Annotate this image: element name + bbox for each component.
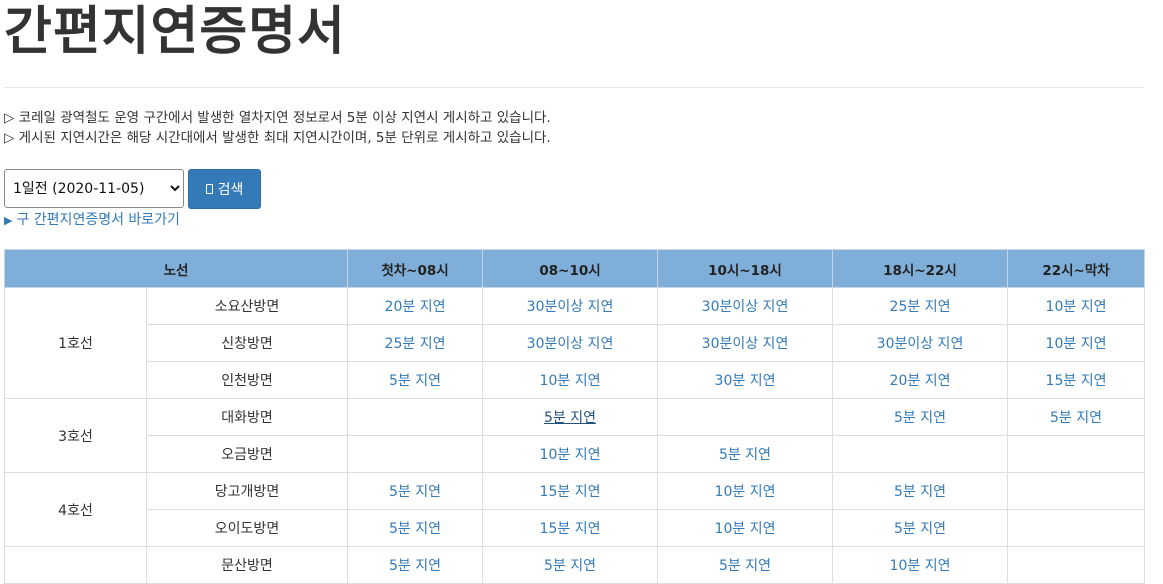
delay-cell[interactable]: 30분이상 지연: [482, 324, 658, 362]
notice-text: ▷ 코레일 광역철도 운영 구간에서 발생한 열차지연 정보로서 5분 이상 지…: [4, 108, 551, 148]
table-header-row: 노선 첫차~08시 08~10시 10시~18시 18시~22시 22시~막차: [4, 249, 1145, 288]
delay-cell[interactable]: 10분 지연: [482, 361, 658, 399]
delay-cell[interactable]: 25분 지연: [832, 287, 1008, 325]
title-divider: [4, 87, 1144, 88]
delay-cell: [347, 398, 483, 436]
line-name: [4, 546, 147, 584]
table-row: 1호선 소요산방면 20분 지연 30분이상 지연 30분이상 지연 25분 지…: [4, 287, 1145, 399]
delay-cell[interactable]: 5분 지연: [347, 546, 483, 584]
header-18-to-22: 18시~22시: [832, 249, 1008, 288]
delay-cell[interactable]: 30분이상 지연: [482, 287, 658, 325]
delay-cell[interactable]: 5분 지연: [1007, 398, 1145, 436]
header-22-to-last: 22시~막차: [1007, 249, 1145, 288]
table-row: 3호선 대화방면 5분 지연 5분 지연 5분 지연: [4, 398, 1145, 473]
page-title: 간편지연증명서: [4, 2, 346, 62]
delay-cell: [1007, 435, 1145, 473]
header-first-to-08: 첫차~08시: [347, 249, 483, 288]
delay-cell: [832, 435, 1008, 473]
delay-cell[interactable]: 5분 지연: [832, 509, 1008, 547]
direction-name: 문산방면: [146, 546, 348, 584]
delay-cell[interactable]: 10분 지연: [1007, 324, 1145, 362]
delay-cell[interactable]: 5분 지연: [347, 472, 483, 510]
delay-cell[interactable]: 30분이상 지연: [657, 324, 833, 362]
direction-name: 오금방면: [146, 435, 348, 473]
delay-cell[interactable]: 10분 지연: [1007, 287, 1145, 325]
delay-cell[interactable]: 10분 지연: [482, 435, 658, 473]
notice-line-2: ▷ 게시된 지연시간은 해당 시간대에서 발생한 최대 지연시간이며, 5분 단…: [4, 130, 551, 146]
delay-cell[interactable]: 30분 지연: [657, 361, 833, 399]
delay-cell: [1007, 509, 1145, 547]
delay-cell[interactable]: 5분 지연: [657, 435, 833, 473]
old-certificate-link-label: 구 간편지연증명서 바로가기: [16, 212, 180, 228]
delay-cell[interactable]: 5분 지연: [657, 546, 833, 584]
table-row: 인천방면 5분 지연 10분 지연 30분 지연 20분 지연 15분 지연: [5, 361, 1145, 399]
delay-cell: [1007, 546, 1145, 584]
delay-cell[interactable]: 20분 지연: [832, 361, 1008, 399]
delay-cell[interactable]: 10분 지연: [657, 509, 833, 547]
old-certificate-link[interactable]: ▶ 구 간편지연증명서 바로가기: [4, 209, 180, 229]
date-select[interactable]: 1일전 (2020-11-05): [4, 169, 184, 208]
direction-name: 당고개방면: [146, 472, 348, 510]
triangle-right-icon: ▶: [4, 214, 13, 227]
header-10-to-18: 10시~18시: [657, 249, 833, 288]
delay-cell[interactable]: 30분이상 지연: [657, 287, 833, 325]
delay-cell: [347, 435, 483, 473]
delay-cell[interactable]: 10분 지연: [657, 472, 833, 510]
delay-cell[interactable]: 20분 지연: [347, 287, 483, 325]
delay-cell[interactable]: 10분 지연: [832, 546, 1008, 584]
direction-name: 신창방면: [146, 324, 348, 362]
direction-name: 대화방면: [146, 398, 348, 436]
line-name: 4호선: [4, 472, 147, 547]
delay-cell[interactable]: 5분 지연: [347, 361, 483, 399]
delay-cell[interactable]: 5분 지연: [482, 546, 658, 584]
table-row: 오이도방면 5분 지연 15분 지연 10분 지연 5분 지연: [5, 509, 1145, 547]
delay-cell[interactable]: 15분 지연: [1007, 361, 1145, 399]
delay-cell[interactable]: 15분 지연: [482, 509, 658, 547]
search-icon: [205, 184, 213, 194]
table-row: 신창방면 25분 지연 30분이상 지연 30분이상 지연 30분이상 지연 1…: [5, 324, 1145, 362]
delay-certificate-page: 간편지연증명서 ▷ 코레일 광역철도 운영 구간에서 발생한 열차지연 정보로서…: [0, 0, 1163, 584]
line-name: 3호선: [4, 398, 147, 473]
direction-name: 인천방면: [146, 361, 348, 399]
delay-cell[interactable]: 5분 지연: [482, 398, 658, 436]
delay-cell[interactable]: 15분 지연: [482, 472, 658, 510]
header-08-to-10: 08~10시: [482, 249, 658, 288]
delay-cell[interactable]: 25분 지연: [347, 324, 483, 362]
delay-cell: [1007, 472, 1145, 510]
table-row: 문산방면 5분 지연 5분 지연 5분 지연 10분 지연: [4, 546, 1145, 584]
delay-cell: [657, 398, 833, 436]
search-controls: 1일전 (2020-11-05) 검색: [4, 169, 261, 209]
delay-cell[interactable]: 5분 지연: [347, 509, 483, 547]
line-name: 1호선: [4, 287, 147, 399]
search-button-label: 검색: [217, 182, 244, 198]
delay-cell[interactable]: 5분 지연: [832, 398, 1008, 436]
table-row: 4호선 당고개방면 5분 지연 15분 지연 10분 지연 5분 지연: [4, 472, 1145, 547]
direction-name: 소요산방면: [146, 287, 348, 325]
delay-table: 노선 첫차~08시 08~10시 10시~18시 18시~22시 22시~막차 …: [4, 249, 1145, 584]
notice-line-1: ▷ 코레일 광역철도 운영 구간에서 발생한 열차지연 정보로서 5분 이상 지…: [4, 110, 551, 126]
header-line: 노선: [4, 249, 348, 288]
direction-name: 오이도방면: [146, 509, 348, 547]
search-button[interactable]: 검색: [188, 169, 261, 209]
delay-cell[interactable]: 30분이상 지연: [832, 324, 1008, 362]
delay-cell[interactable]: 5분 지연: [832, 472, 1008, 510]
table-row: 오금방면 10분 지연 5분 지연: [5, 435, 1145, 473]
